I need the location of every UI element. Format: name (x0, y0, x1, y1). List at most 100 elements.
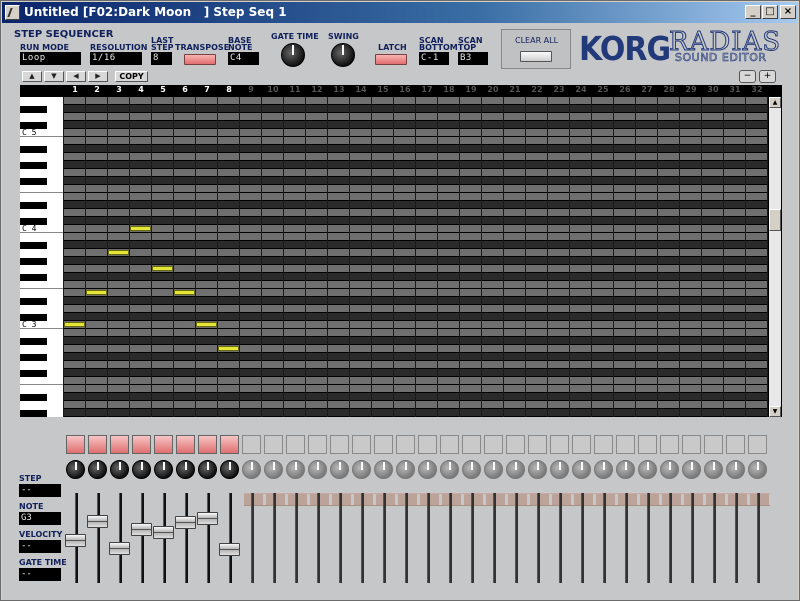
step-button[interactable] (748, 435, 767, 454)
step-knob[interactable] (352, 460, 371, 479)
step-knob[interactable] (132, 460, 151, 479)
sequencer-note[interactable] (130, 226, 151, 231)
last-step-display[interactable]: 8 (151, 52, 172, 65)
step-knob[interactable] (110, 460, 129, 479)
step-knob[interactable] (748, 460, 767, 479)
step-button[interactable] (418, 435, 437, 454)
fader-track[interactable] (251, 493, 254, 583)
step-button[interactable] (682, 435, 701, 454)
step-button[interactable] (550, 435, 569, 454)
step-knob[interactable] (682, 460, 701, 479)
fader-track[interactable] (119, 493, 122, 583)
step-button[interactable] (726, 435, 745, 454)
fader-track[interactable] (471, 493, 474, 583)
black-key[interactable] (20, 258, 47, 265)
step-knob[interactable] (374, 460, 393, 479)
nav-up-button[interactable]: ▲ (22, 71, 42, 82)
step-knob[interactable] (638, 460, 657, 479)
sequencer-note[interactable] (218, 346, 239, 351)
step-button[interactable] (88, 435, 107, 454)
fader-track[interactable] (229, 493, 232, 583)
fader-thumb[interactable] (175, 516, 196, 530)
fader-track[interactable] (427, 493, 430, 583)
fader-track[interactable] (317, 493, 320, 583)
step-button[interactable] (572, 435, 591, 454)
step-knob[interactable] (418, 460, 437, 479)
fader-track[interactable] (625, 493, 628, 583)
step-knob[interactable] (704, 460, 723, 479)
fader-track[interactable] (361, 493, 364, 583)
fader-thumb[interactable] (219, 542, 240, 556)
fader-track[interactable] (581, 493, 584, 583)
scan-bottom-display[interactable]: C-1 (419, 52, 449, 65)
step-button[interactable] (110, 435, 129, 454)
zoom-in-button[interactable]: + (759, 70, 776, 83)
step-button[interactable] (660, 435, 679, 454)
black-key[interactable] (20, 146, 47, 153)
step-knob[interactable] (308, 460, 327, 479)
step-button[interactable] (220, 435, 239, 454)
step-knob[interactable] (242, 460, 261, 479)
step-knob[interactable] (660, 460, 679, 479)
title-bar[interactable]: Untitled [F02:Dark Moon ] Step Seq 1 _ □… (2, 2, 798, 23)
fader-thumb[interactable] (153, 525, 174, 539)
step-button[interactable] (286, 435, 305, 454)
black-key[interactable] (20, 202, 47, 209)
piano-keyboard[interactable]: C 5 C 4 C 3 (20, 97, 63, 417)
step-button[interactable] (484, 435, 503, 454)
fader-thumb[interactable] (109, 541, 130, 555)
nav-down-button[interactable]: ▼ (44, 71, 64, 82)
step-knob[interactable] (88, 460, 107, 479)
fader-track[interactable] (97, 493, 100, 583)
scan-top-display[interactable]: B3 (458, 52, 488, 65)
fader-track[interactable] (273, 493, 276, 583)
fader-track[interactable] (383, 493, 386, 583)
sequencer-note[interactable] (152, 266, 173, 271)
fader-track[interactable] (757, 493, 760, 583)
run-mode-display[interactable]: Loop (20, 52, 81, 65)
copy-button[interactable]: COPY (115, 71, 148, 82)
maximize-button[interactable]: □ (762, 5, 778, 19)
fader-track[interactable] (339, 493, 342, 583)
fader-track[interactable] (669, 493, 672, 583)
step-button[interactable] (308, 435, 327, 454)
step-button[interactable] (616, 435, 635, 454)
resolution-display[interactable]: 1/16 (90, 52, 142, 65)
step-knob[interactable] (176, 460, 195, 479)
gate-time-knob[interactable] (281, 43, 305, 67)
black-key[interactable] (20, 394, 47, 401)
step-button[interactable] (264, 435, 283, 454)
nav-right-button[interactable]: ▶ (88, 71, 108, 82)
fader-track[interactable] (713, 493, 716, 583)
black-key[interactable] (20, 162, 47, 169)
step-button[interactable] (374, 435, 393, 454)
base-note-display[interactable]: C4 (228, 52, 259, 65)
step-knob[interactable] (286, 460, 305, 479)
fader-track[interactable] (141, 493, 144, 583)
piano-roll-grid[interactable]: 1 2 3 4 5 6 7 8 9 10 11 12 13 14 15 16 17 18 19 20 21 22 23 24 2… (20, 85, 782, 417)
black-key[interactable] (20, 370, 47, 377)
step-button[interactable] (440, 435, 459, 454)
fader-track[interactable] (515, 493, 518, 583)
transpose-button[interactable] (184, 54, 216, 65)
step-button[interactable] (154, 435, 173, 454)
sequencer-note[interactable] (108, 250, 129, 255)
step-knob[interactable] (154, 460, 173, 479)
fader-track[interactable] (449, 493, 452, 583)
step-knob[interactable] (330, 460, 349, 479)
scroll-up-arrow[interactable]: ▲ (769, 97, 781, 108)
step-button[interactable] (176, 435, 195, 454)
step-knob[interactable] (594, 460, 613, 479)
step-knob[interactable] (550, 460, 569, 479)
nav-left-button[interactable]: ◀ (66, 71, 86, 82)
scroll-thumb[interactable] (769, 209, 781, 231)
fader-track[interactable] (691, 493, 694, 583)
black-key[interactable] (20, 178, 47, 185)
black-key[interactable] (20, 106, 47, 113)
step-button[interactable] (704, 435, 723, 454)
sequencer-note[interactable] (64, 322, 85, 327)
step-knob[interactable] (726, 460, 745, 479)
step-knob[interactable] (462, 460, 481, 479)
latch-button[interactable] (375, 54, 407, 65)
step-button[interactable] (462, 435, 481, 454)
